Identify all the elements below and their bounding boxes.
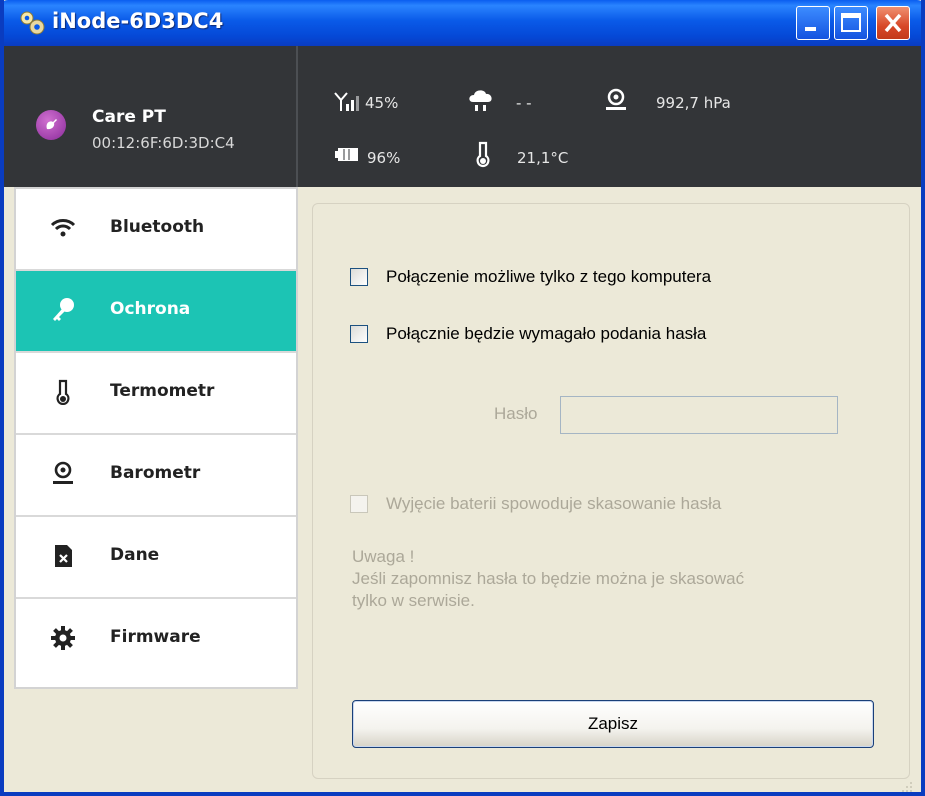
thermometer-icon: [476, 141, 490, 168]
close-button[interactable]: [876, 6, 910, 40]
require-password-label: Połącznie będzie wymagało podania hasła: [386, 324, 707, 343]
resize-grip-icon[interactable]: [900, 780, 914, 792]
key-icon: [53, 298, 74, 321]
sidebar-item-barometr[interactable]: Barometr: [16, 435, 296, 517]
minimize-icon: [805, 27, 816, 31]
window-title: iNode-6D3DC4: [52, 9, 224, 33]
option-this-computer-only[interactable]: Połączenie możliwe tylko z tego komputer…: [350, 267, 711, 287]
battery-icon: [335, 148, 358, 161]
header-divider: [296, 46, 298, 187]
sidebar-item-label: Termometr: [110, 381, 215, 401]
title-bar[interactable]: iNode-6D3DC4: [4, 0, 921, 46]
password-label: Hasło: [494, 404, 538, 423]
maximize-icon: [841, 13, 861, 32]
close-icon: [884, 13, 902, 33]
password-field[interactable]: [560, 396, 838, 434]
pressure-value: 992,7 hPa: [656, 94, 731, 112]
this-computer-only-checkbox[interactable]: [350, 268, 368, 286]
temperature-value: 21,1°C: [517, 149, 569, 167]
sidebar-item-label: Barometr: [110, 463, 201, 483]
warning-title: Uwaga !: [352, 547, 415, 566]
sidebar-item-label: Firmware: [110, 627, 201, 647]
battery-reset-label: Wyjęcie baterii spowoduje skasowanie has…: [386, 494, 722, 513]
warning-text-line1: Jeśli zapomnisz hasła to będzie można je…: [352, 569, 745, 588]
minimize-button[interactable]: [796, 6, 830, 40]
weather-value: - -: [516, 94, 532, 112]
wifi-icon: [50, 219, 76, 237]
sidebar-item-firmware[interactable]: Firmware: [16, 599, 296, 681]
signal-icon: [334, 92, 359, 111]
sidebar-item-termometr[interactable]: Termometr: [16, 353, 296, 435]
sidebar-item-dane[interactable]: Dane: [16, 517, 296, 599]
barometer-icon: [53, 461, 73, 484]
sidebar-item-label: Ochrona: [110, 299, 191, 319]
option-battery-reset[interactable]: Wyjęcie baterii spowoduje skasowanie has…: [350, 494, 721, 514]
option-require-password[interactable]: Połącznie będzie wymagało podania hasła: [350, 324, 706, 344]
gear-icon: [51, 626, 75, 650]
warning-text-line2: tylko w serwisie.: [352, 591, 475, 610]
sidebar-item-bluetooth[interactable]: Bluetooth: [16, 189, 296, 271]
thermometer-icon: [56, 379, 70, 405]
sidebar-item-label: Dane: [110, 545, 160, 565]
sidebar-item-ochrona[interactable]: Ochrona: [16, 271, 296, 353]
save-button[interactable]: Zapisz: [352, 700, 874, 748]
weather-icon: [469, 90, 492, 111]
warning-note: Uwaga ! Jeśli zapomnisz hasła to będzie …: [352, 546, 744, 612]
device-mac-address: 00:12:6F:6D:3D:C4: [92, 134, 235, 152]
security-panel: [312, 203, 910, 779]
this-computer-only-label: Połączenie możliwe tylko z tego komputer…: [386, 267, 712, 286]
app-gears-icon: [20, 11, 45, 35]
device-logo-icon: [46, 119, 57, 130]
battery-reset-checkbox[interactable]: [350, 495, 368, 513]
device-name: Care PT: [92, 107, 166, 127]
barometer-icon: [606, 88, 626, 110]
signal-value: 45%: [365, 94, 399, 112]
sidebar: Bluetooth Ochrona Termometr Barometr Dan…: [14, 187, 298, 689]
maximize-button[interactable]: [834, 6, 868, 40]
device-avatar: [36, 110, 66, 140]
sidebar-item-label: Bluetooth: [110, 217, 205, 237]
battery-value: 96%: [367, 149, 401, 167]
require-password-checkbox[interactable]: [350, 325, 368, 343]
data-file-icon: [55, 545, 72, 567]
